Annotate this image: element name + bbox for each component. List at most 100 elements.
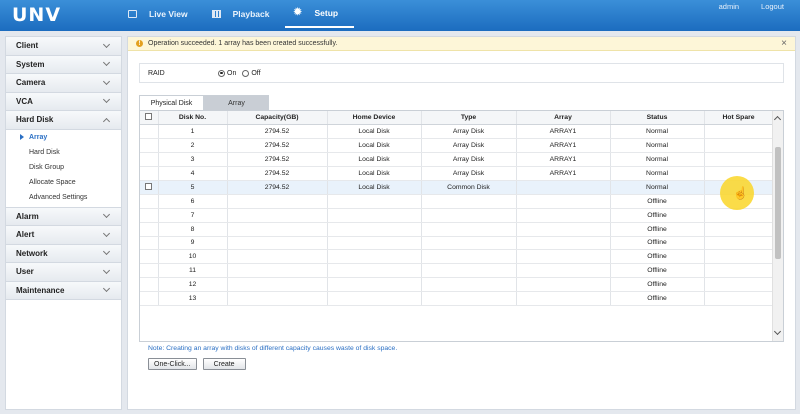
sidebar-item-advanced-settings[interactable]: Advanced Settings — [6, 190, 121, 205]
sidebar-section-alarm[interactable]: Alarm — [6, 207, 121, 226]
sidebar-section-system[interactable]: System — [6, 55, 121, 74]
table-row[interactable]: 6 Offline — [140, 194, 774, 209]
row-select-cell[interactable] — [140, 208, 159, 223]
select-all-header[interactable] — [140, 111, 159, 126]
select-all-checkbox[interactable] — [145, 113, 153, 121]
cell-home-device — [327, 263, 422, 279]
cell-home-device — [327, 222, 422, 237]
cell-home-device — [327, 249, 422, 265]
table-row[interactable]: 3 2794.52 Local Disk Array Disk ARRAY1 Normal — [140, 152, 774, 168]
sidebar-item-array[interactable]: Array — [6, 130, 121, 145]
cell-status: Offline — [610, 236, 705, 251]
sidebar-section-label: Maintenance — [16, 285, 65, 295]
sidebar-section-alert[interactable]: Alert — [6, 226, 121, 245]
column-header: Home Device — [327, 111, 422, 126]
banner-message: Operation succeeded. 1 array has been cr… — [148, 40, 338, 47]
table-row[interactable]: 13 Offline — [140, 291, 774, 306]
disk-table: Disk No. Capacity(GB) Home Device Type A… — [140, 111, 774, 306]
nav-playback[interactable]: Playback — [204, 0, 286, 28]
row-select-cell[interactable] — [140, 166, 159, 181]
nav-live-view[interactable]: Live View — [120, 0, 204, 28]
sidebar-section-client[interactable]: Client — [6, 37, 121, 56]
row-checkbox[interactable] — [145, 182, 153, 190]
cell-home-device — [327, 291, 422, 306]
sidebar-section-maintenance[interactable]: Maintenance — [6, 281, 121, 300]
cell-array — [516, 180, 611, 195]
sidebar-section-network[interactable]: Network — [6, 244, 121, 263]
tab-physical-disk[interactable]: Physical Disk — [139, 95, 204, 111]
row-select-cell[interactable] — [140, 194, 159, 209]
one-click-button[interactable]: One-Click... — [148, 358, 197, 370]
scroll-thumb[interactable] — [775, 147, 781, 259]
row-select-cell[interactable] — [140, 222, 159, 237]
table-row[interactable]: 1 2794.52 Local Disk Array Disk ARRAY1 Normal — [140, 124, 774, 140]
cell-status: Offline — [610, 263, 705, 279]
row-select-cell[interactable] — [140, 138, 159, 154]
column-header: Status — [610, 111, 705, 126]
table-row[interactable]: 2 2794.52 Local Disk Array Disk ARRAY1 Normal — [140, 138, 774, 154]
chevron-up-icon[interactable] — [773, 115, 782, 124]
cell-disk-no: 4 — [158, 166, 228, 181]
tab-array[interactable]: Array — [204, 95, 269, 111]
sidebar-section-vca[interactable]: VCA — [6, 92, 121, 111]
disk-table-container: Disk No. Capacity(GB) Home Device Type A… — [139, 110, 784, 342]
cell-capacity: 2794.52 — [227, 152, 328, 168]
raid-on-option[interactable]: On — [218, 69, 237, 77]
cell-capacity — [227, 263, 328, 279]
table-row[interactable]: 5 2794.52 Local Disk Common Disk Normal — [140, 180, 774, 195]
sidebar: Client System Camera VCA Hard Disk Array… — [5, 36, 122, 410]
cell-disk-no: 12 — [158, 277, 228, 293]
sidebar-section-user[interactable]: User — [6, 263, 121, 282]
chevron-down-icon — [102, 40, 111, 48]
table-row[interactable]: 4 2794.52 Local Disk Array Disk ARRAY1 Normal — [140, 166, 774, 181]
row-select-cell[interactable] — [140, 152, 159, 168]
cell-type — [421, 222, 517, 237]
cell-array — [516, 277, 611, 293]
sidebar-item-hard-disk[interactable]: Hard Disk — [6, 145, 121, 160]
cell-status: Offline — [610, 277, 705, 293]
table-row[interactable]: 9 Offline — [140, 236, 774, 251]
table-row[interactable]: 10 Offline — [140, 249, 774, 265]
username[interactable]: admin — [719, 2, 739, 11]
table-row[interactable]: 11 Offline — [140, 263, 774, 279]
cell-type — [421, 249, 517, 265]
chevron-down-icon — [102, 285, 111, 293]
table-row[interactable]: 12 Offline — [140, 277, 774, 293]
user-area: admin Logout — [719, 2, 784, 11]
cell-array — [516, 208, 611, 223]
sidebar-item-disk-group[interactable]: Disk Group — [6, 160, 121, 175]
nav-setup[interactable]: ✹ Setup — [285, 0, 355, 28]
cell-capacity — [227, 194, 328, 209]
sidebar-item-allocate-space[interactable]: Allocate Space — [6, 175, 121, 190]
logout-link[interactable]: Logout — [761, 2, 784, 11]
sidebar-item-label: Advanced Settings — [29, 193, 88, 201]
table-scrollbar[interactable] — [772, 111, 783, 341]
row-select-cell[interactable] — [140, 249, 159, 265]
row-select-cell[interactable] — [140, 236, 159, 251]
table-row[interactable]: 7 Offline — [140, 208, 774, 223]
cell-array: ARRAY1 — [516, 166, 611, 181]
sidebar-section-camera[interactable]: Camera — [6, 74, 121, 93]
row-select-cell[interactable] — [140, 291, 159, 306]
cell-status: Offline — [610, 222, 705, 237]
row-select-cell[interactable] — [140, 124, 159, 140]
active-arrow-icon — [20, 133, 24, 140]
row-select-cell[interactable] — [140, 180, 159, 195]
chevron-down-icon — [102, 59, 111, 67]
sidebar-section-hard-disk[interactable]: Hard Disk — [6, 111, 121, 130]
cell-type: Array Disk — [421, 124, 517, 140]
close-icon[interactable]: × — [781, 38, 787, 49]
raid-off-option[interactable]: Off — [242, 69, 261, 77]
cell-type — [421, 263, 517, 279]
cell-array — [516, 263, 611, 279]
radio-on[interactable] — [218, 69, 225, 77]
chevron-down-icon[interactable] — [773, 327, 782, 336]
raid-on-label: On — [227, 69, 237, 77]
row-select-cell[interactable] — [140, 277, 159, 293]
table-row[interactable]: 8 Offline — [140, 222, 774, 237]
cell-disk-no: 7 — [158, 208, 228, 223]
row-select-cell[interactable] — [140, 263, 159, 279]
cell-type — [421, 291, 517, 306]
create-button[interactable]: Create — [202, 358, 246, 370]
radio-off[interactable] — [242, 69, 250, 77]
